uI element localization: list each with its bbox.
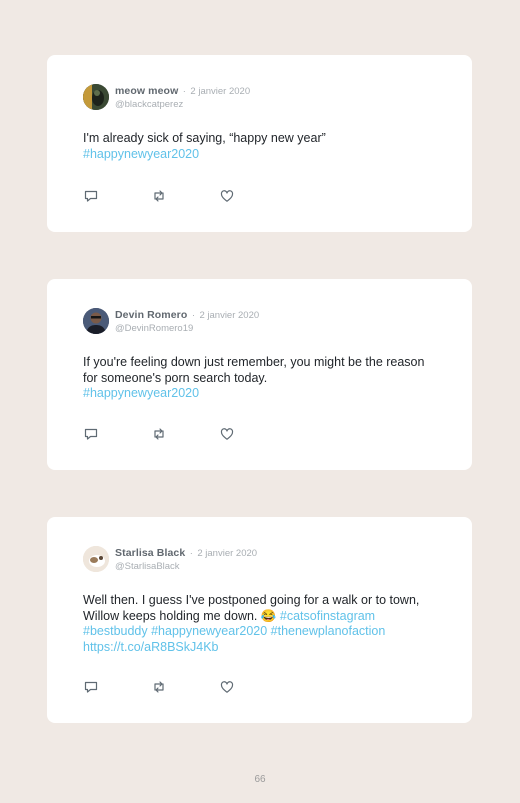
- retweet-icon[interactable]: [151, 679, 167, 695]
- tweet-date[interactable]: 2 janvier 2020: [190, 86, 250, 97]
- like-icon[interactable]: [219, 426, 235, 442]
- separator: ·: [191, 310, 196, 321]
- user-name[interactable]: Starlisa Black: [115, 547, 185, 559]
- tweet-header: Starlisa Black · 2 janvier 2020 @Starlis…: [83, 545, 436, 573]
- reply-icon[interactable]: [83, 188, 99, 204]
- hashtag-link[interactable]: #catsofinstagram: [280, 609, 375, 623]
- avatar[interactable]: [83, 308, 109, 334]
- tweet-date[interactable]: 2 janvier 2020: [199, 310, 259, 321]
- tweet-header: meow meow · 2 janvier 2020 @blackcatpere…: [83, 83, 436, 111]
- retweet-icon[interactable]: [151, 188, 167, 204]
- tweet-card-3: Starlisa Black · 2 janvier 2020 @Starlis…: [47, 517, 472, 723]
- hashtag-link[interactable]: #happynewyear2020: [83, 147, 199, 161]
- user-handle[interactable]: @blackcatperez: [115, 98, 250, 111]
- page-number: 66: [254, 774, 266, 785]
- avatar[interactable]: [83, 84, 109, 110]
- tweet-url[interactable]: https://t.co/aR8BSkJ4Kb: [83, 640, 219, 654]
- separator: ·: [182, 86, 186, 97]
- tweet-body: I'm already sick of saying, “happy new y…: [83, 131, 326, 145]
- tweet-date[interactable]: 2 janvier 2020: [197, 548, 257, 559]
- user-handle[interactable]: @DevinRomero19: [115, 322, 259, 335]
- hashtag-link[interactable]: #happynewyear2020: [83, 386, 199, 400]
- separator: ·: [189, 548, 193, 559]
- tweet-actions: [83, 426, 235, 442]
- tweet-text: I'm already sick of saying, “happy new y…: [83, 131, 436, 162]
- like-icon[interactable]: [219, 679, 235, 695]
- tweet-card-2: Devin Romero · 2 janvier 2020 @DevinRome…: [47, 279, 472, 470]
- like-icon[interactable]: [219, 188, 235, 204]
- tweet-actions: [83, 188, 235, 204]
- user-name[interactable]: meow meow: [115, 85, 178, 97]
- tweet-card-1: meow meow · 2 janvier 2020 @blackcatpere…: [47, 55, 472, 232]
- retweet-icon[interactable]: [151, 426, 167, 442]
- reply-icon[interactable]: [83, 426, 99, 442]
- tweet-actions: [83, 679, 235, 695]
- tweet-body: If you're feeling down just remember, yo…: [83, 355, 425, 385]
- hashtag-links[interactable]: #bestbuddy #happynewyear2020 #thenewplan…: [83, 624, 385, 638]
- user-handle[interactable]: @StarlisaBlack: [115, 560, 257, 573]
- tweet-text: If you're feeling down just remember, yo…: [83, 355, 436, 402]
- tweet-text: Well then. I guess I've postponed going …: [83, 593, 436, 655]
- user-name[interactable]: Devin Romero: [115, 309, 187, 321]
- tweet-header: Devin Romero · 2 janvier 2020 @DevinRome…: [83, 307, 436, 335]
- avatar[interactable]: [83, 546, 109, 572]
- reply-icon[interactable]: [83, 679, 99, 695]
